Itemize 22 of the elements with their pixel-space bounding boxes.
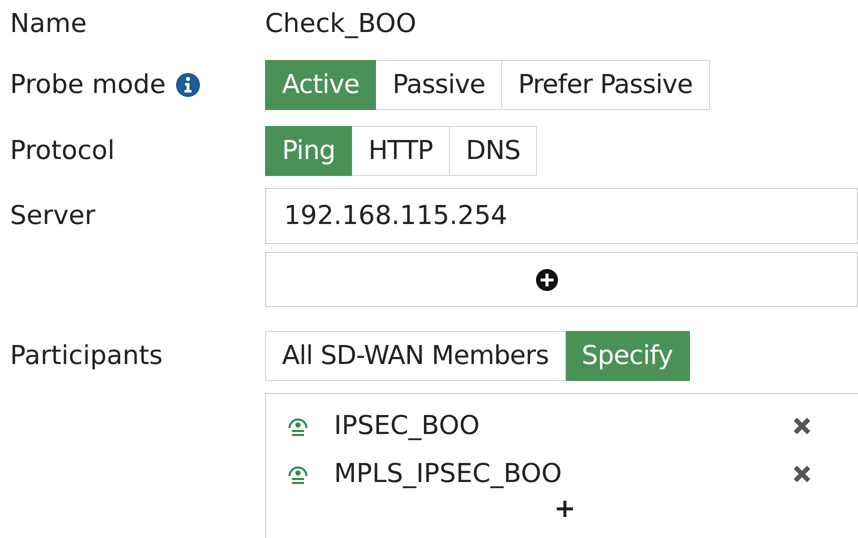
participants-option[interactable]: Specify <box>566 331 690 381</box>
protocol-option[interactable]: HTTP <box>352 126 450 176</box>
field-label: Participants <box>9 341 164 371</box>
probe-mode-option[interactable]: Active <box>265 60 376 110</box>
participants-option[interactable]: All SD-WAN Members <box>265 331 566 381</box>
probe-mode-option[interactable]: Passive <box>376 60 502 110</box>
protocol-option[interactable]: Ping <box>265 126 352 176</box>
add-icon <box>536 268 558 290</box>
member-name: MPLS_IPSEC_BOO <box>334 459 563 489</box>
server-input[interactable]: 192.168.115.254 <box>265 188 858 244</box>
add-member-button[interactable]: + <box>554 494 576 524</box>
info-icon[interactable] <box>176 73 200 97</box>
probe-mode-option[interactable]: Prefer Passive <box>502 60 710 110</box>
field-label: Name <box>9 9 88 39</box>
protocol-option[interactable]: DNS <box>450 126 538 176</box>
remove-icon[interactable] <box>791 463 813 485</box>
field-label: Protocol <box>9 136 116 166</box>
remove-icon[interactable] <box>791 415 813 437</box>
field-label: Probe mode <box>10 70 166 100</box>
member-name: IPSEC_BOO <box>334 411 481 441</box>
name-value: Check_BOO <box>265 9 416 39</box>
field-label: Server <box>9 201 96 231</box>
